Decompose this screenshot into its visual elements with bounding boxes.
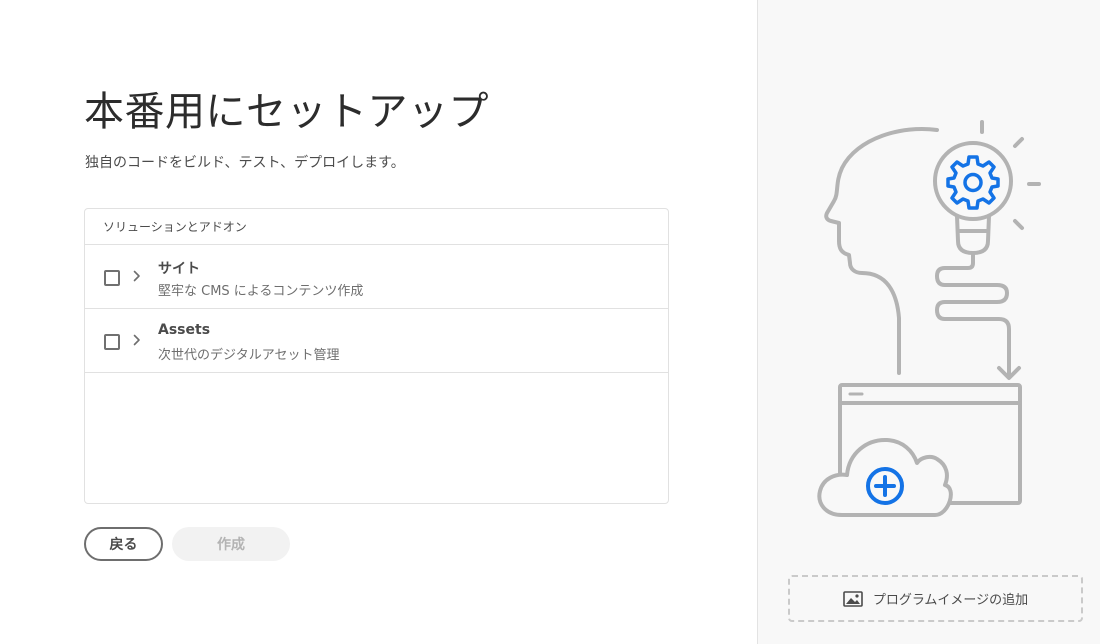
solution-description: 次世代のデジタルアセット管理 [158,348,340,363]
add-program-image-button[interactable]: プログラムイメージの追加 [788,575,1083,622]
page-subtitle: 独自のコードをビルド、テスト、デプロイします。 [85,155,405,171]
setup-form-pane: 本番用にセットアップ 独自のコードをビルド、テスト、デプロイします。 ソリューシ… [0,0,757,644]
solution-row-sites: サイト 堅牢な CMS によるコンテンツ作成 [85,245,668,309]
solutions-panel: ソリューションとアドオン サイト 堅牢な CMS によるコンテンツ作成 Asse… [84,208,669,504]
assets-checkbox[interactable] [104,334,120,350]
solution-row-assets: Assets 次世代のデジタルアセット管理 [85,309,668,373]
sites-checkbox[interactable] [104,270,120,286]
chevron-right-icon[interactable] [129,331,145,349]
image-icon [843,590,863,607]
solution-description: 堅牢な CMS によるコンテンツ作成 [158,284,364,299]
head-lightbulb-cloud-illustration [817,120,1041,517]
add-program-image-label: プログラムイメージの追加 [872,593,1029,608]
program-image-pane: プログラムイメージの追加 [757,0,1100,644]
back-button[interactable]: 戻る [84,527,163,561]
solutions-header: ソリューションとアドオン [85,209,668,245]
solution-title: サイト [158,261,200,277]
chevron-right-icon[interactable] [129,267,145,285]
create-button[interactable]: 作成 [172,527,290,561]
solution-title: Assets [158,322,211,338]
page-title: 本番用にセットアップ [84,89,489,135]
